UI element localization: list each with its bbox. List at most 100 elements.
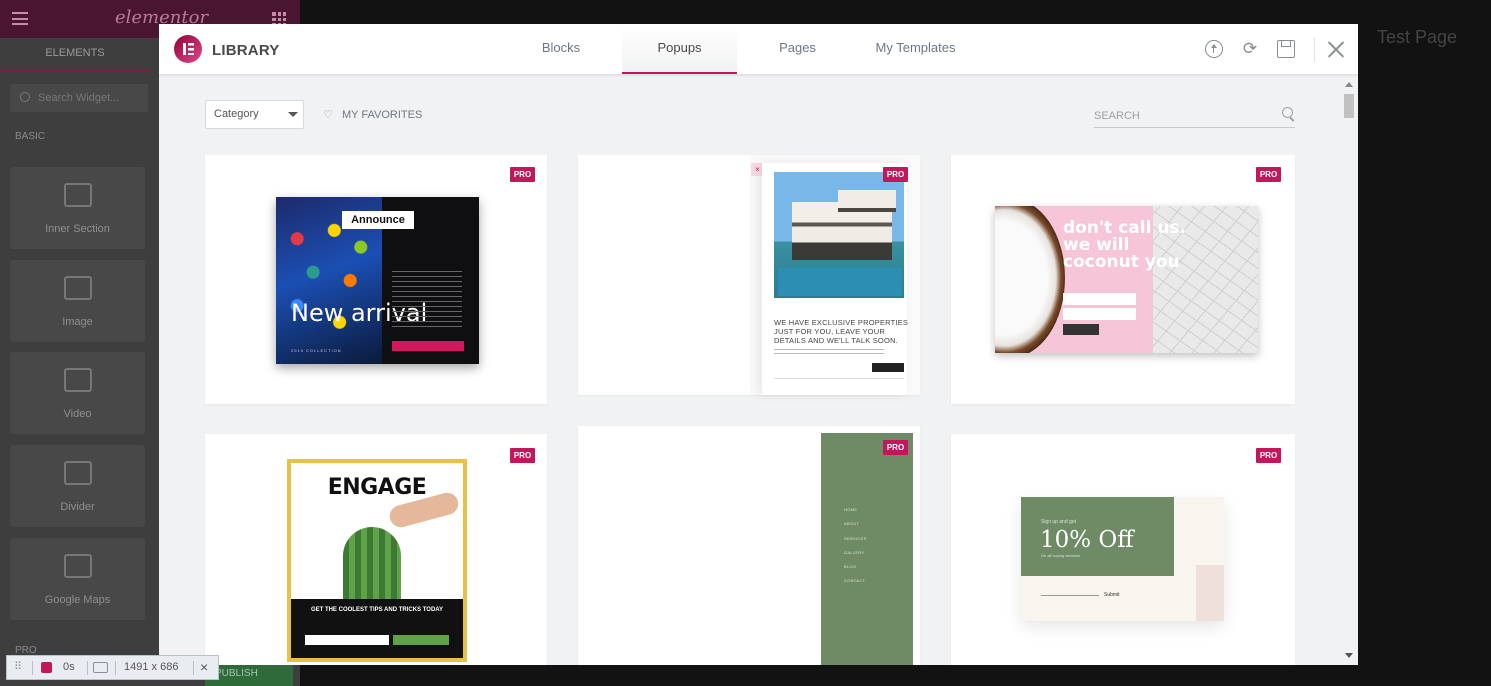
preview-button <box>1063 324 1099 335</box>
sync-icon[interactable]: ⟳ <box>1241 40 1259 58</box>
preview-button <box>872 363 904 372</box>
widget-video[interactable]: Video <box>10 352 145 434</box>
my-favorites-label: MY FAVORITES <box>342 109 423 121</box>
tab-pages[interactable]: Pages <box>740 24 855 74</box>
camera-icon[interactable] <box>93 662 108 673</box>
video-icon <box>64 368 92 392</box>
pro-badge: PRO <box>883 167 908 182</box>
template-card[interactable]: PRO don't call us. we will coconut you <box>951 155 1295 404</box>
library-modal: LIBRARY Blocks Popups Pages My Templates… <box>159 24 1358 665</box>
recording-time: 0s <box>63 661 75 673</box>
preview-footer: GET THE COOLEST TIPS AND TRICKS TODAY <box>291 599 463 658</box>
preview-headline: WE HAVE EXCLUSIVE PROPERTIES JUST FOR YO… <box>774 318 909 345</box>
search-icon <box>1282 107 1293 118</box>
preview-button <box>392 341 464 351</box>
widget-image[interactable]: Image <box>10 260 145 342</box>
category-value: Category <box>214 108 259 120</box>
pro-badge: PRO <box>510 448 535 463</box>
divider <box>87 661 88 675</box>
divider <box>193 661 194 675</box>
menu-item: SERVICES <box>844 535 867 541</box>
divider <box>115 661 116 675</box>
menu-item: GALLERY <box>844 549 865 555</box>
divider <box>32 661 33 675</box>
preview-field <box>1041 595 1099 596</box>
template-preview: Sign up and get 10% Off On all buying se… <box>1021 497 1224 621</box>
scroll-thumb[interactable] <box>1344 94 1354 118</box>
tab-my-templates[interactable]: My Templates <box>858 24 973 74</box>
preview-body-text <box>774 349 884 357</box>
preview-backdrop <box>578 155 750 395</box>
capture-size: 1491 x 686 <box>124 661 179 673</box>
preview-signup: Sign up and get <box>1041 519 1077 525</box>
template-preview: don't call us. we will coconut you <box>995 206 1258 353</box>
template-card[interactable]: PRO Sign up and get 10% Off On all buyin… <box>951 434 1295 665</box>
columns-icon <box>64 183 92 207</box>
pro-badge: PRO <box>1256 167 1281 182</box>
preview-button: Submit <box>1104 592 1120 598</box>
preview-description: On all buying services <box>1041 553 1081 558</box>
search-input[interactable] <box>1094 104 1295 128</box>
record-icon[interactable] <box>41 662 52 673</box>
widget-google-maps[interactable]: Google Maps <box>10 538 145 620</box>
chevron-down-icon <box>288 112 298 117</box>
save-icon[interactable] <box>1277 40 1295 58</box>
template-preview: HOME ABOUT SERVICES GALLERY BLOG CONTACT <box>821 433 913 665</box>
preview-headline: don't call us. we will coconut you <box>1063 218 1187 272</box>
menu-item: BLOG <box>844 564 857 570</box>
preview-announce: Announce <box>342 211 414 229</box>
elementor-logo-icon <box>174 35 202 63</box>
close-icon[interactable] <box>1327 41 1344 58</box>
scrollbar[interactable] <box>1342 80 1356 665</box>
template-card[interactable]: PRO ENGAGE GET THE COOLEST TIPS AND TRIC… <box>205 434 547 665</box>
preview-body-text <box>392 271 462 329</box>
preview-menu: HOME ABOUT SERVICES GALLERY BLOG CONTACT <box>844 503 867 589</box>
image-icon <box>64 276 92 300</box>
hamburger-icon[interactable] <box>12 12 28 25</box>
page-title: Test Page <box>1377 27 1458 47</box>
tab-blocks[interactable]: Blocks <box>503 24 619 74</box>
my-favorites-filter[interactable]: ♡ MY FAVORITES <box>323 108 422 121</box>
preview-banner: Sign up and get 10% Off On all buying se… <box>1021 497 1174 576</box>
preview-button <box>393 635 449 645</box>
template-card[interactable]: PRO Announce New arrival 2019 COLLECTION <box>205 155 547 404</box>
drag-handle-icon[interactable]: ⠿ <box>14 656 22 679</box>
library-title: LIBRARY <box>212 42 280 59</box>
widget-search-input[interactable]: Search Widget... <box>10 84 148 112</box>
divider-icon <box>64 461 92 485</box>
upload-icon[interactable] <box>1205 40 1223 58</box>
menu-item: CONTACT <box>844 578 866 584</box>
widget-inner-section[interactable]: Inner Section <box>10 167 145 249</box>
preview-field <box>1063 293 1136 305</box>
menu-item: ABOUT <box>844 521 860 527</box>
tab-elements[interactable]: ELEMENTS <box>0 38 150 71</box>
map-icon <box>64 554 92 578</box>
section-basic-label: BASIC <box>15 131 46 142</box>
pro-badge: PRO <box>510 167 535 182</box>
template-preview: WE HAVE EXCLUSIVE PROPERTIES JUST FOR YO… <box>762 163 909 395</box>
cactus-shape <box>343 527 401 605</box>
preview-photo <box>774 172 904 298</box>
scroll-down-icon[interactable] <box>1345 653 1353 658</box>
template-card[interactable]: HOME ABOUT SERVICES GALLERY BLOG CONTACT… <box>578 426 920 665</box>
category-select[interactable]: Category <box>205 100 304 129</box>
recorder-toolbar: ⠿ 0s 1491 x 686 × <box>6 655 219 680</box>
pro-badge: PRO <box>883 440 908 455</box>
preview-subline: 2019 COLLECTION <box>291 348 342 353</box>
coconut-shape <box>995 206 1065 353</box>
pool-shape <box>778 268 902 296</box>
template-preview: ENGAGE GET THE COOLEST TIPS AND TRICKS T… <box>287 459 467 662</box>
widget-divider[interactable]: Divider <box>10 445 145 527</box>
preview-accent <box>1196 565 1224 621</box>
tab-popups[interactable]: Popups <box>622 24 737 74</box>
house-upper-shape <box>838 190 896 212</box>
preview-field <box>305 635 389 645</box>
heart-icon: ♡ <box>323 109 333 121</box>
preview-field <box>1063 308 1136 320</box>
header-divider <box>1314 37 1315 61</box>
template-card[interactable]: × WE HAVE EXCLUSIVE PROPERTIES JUST FOR … <box>578 155 920 395</box>
scroll-up-icon[interactable] <box>1345 82 1353 87</box>
menu-item: HOME <box>844 507 858 512</box>
close-icon[interactable]: × <box>200 656 208 679</box>
library-header: LIBRARY Blocks Popups Pages My Templates… <box>159 24 1358 74</box>
